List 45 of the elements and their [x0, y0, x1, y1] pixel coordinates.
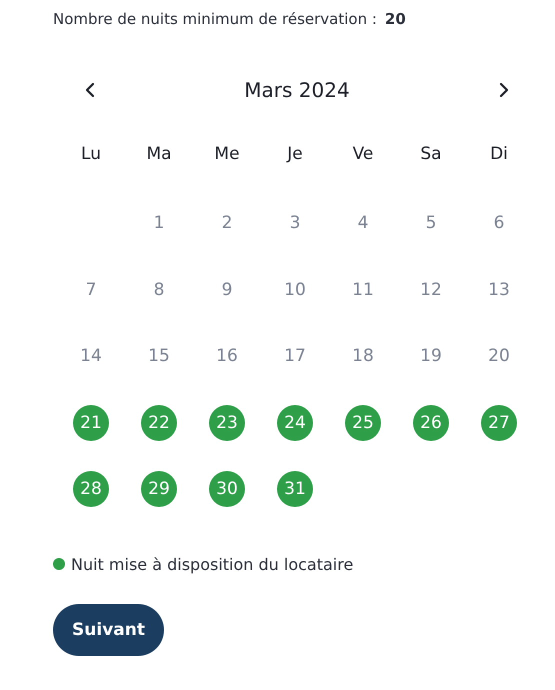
weekday-label: Lu	[81, 144, 101, 164]
minimum-nights-value: 20	[384, 10, 406, 28]
calendar-day[interactable]: 3	[277, 205, 313, 242]
available-day[interactable]: 30	[209, 471, 245, 508]
minimum-nights-label: Nombre de nuits minimum de réservation :	[53, 10, 377, 28]
available-day[interactable]: 24	[277, 404, 313, 441]
calendar-day[interactable]: 20	[481, 338, 517, 374]
calendar-day[interactable]: 16	[209, 338, 245, 374]
calendar-day[interactable]: 15	[141, 338, 177, 374]
available-day[interactable]: 29	[141, 471, 177, 508]
available-day[interactable]: 26	[413, 404, 449, 441]
available-day[interactable]: 23	[209, 404, 245, 441]
calendar-day[interactable]: 8	[141, 272, 177, 308]
calendar-day[interactable]: 2	[209, 205, 245, 242]
chevron-right-icon	[498, 82, 509, 98]
available-day[interactable]: 28	[73, 471, 109, 508]
next-button[interactable]: Suivant	[53, 604, 164, 656]
calendar-day[interactable]: 14	[73, 338, 109, 374]
available-day[interactable]: 22	[141, 404, 177, 441]
weekday-label: Me	[214, 144, 240, 164]
calendar-day[interactable]: 13	[481, 272, 517, 308]
calendar-day[interactable]: 18	[345, 338, 381, 374]
available-day[interactable]: 25	[345, 404, 381, 441]
weekday-label: Sa	[420, 144, 442, 164]
calendar-day[interactable]: 4	[345, 205, 381, 242]
weekday-label: Ma	[146, 144, 172, 164]
weekday-label: Je	[287, 144, 303, 164]
chevron-left-icon	[85, 82, 95, 98]
month-title: Mars 2024	[244, 78, 350, 102]
calendar-day[interactable]: 19	[413, 338, 449, 374]
legend-label: Nuit mise à disposition du locataire	[71, 554, 354, 574]
calendar-day[interactable]: 5	[413, 205, 449, 242]
calendar-day[interactable]: 6	[481, 205, 517, 242]
calendar-day[interactable]: 7	[73, 272, 109, 308]
calendar-day[interactable]: 9	[209, 272, 245, 308]
available-day[interactable]: 27	[481, 404, 517, 441]
calendar-day[interactable]: 12	[413, 272, 449, 308]
calendar-day[interactable]: 11	[345, 272, 381, 308]
weekday-label: Di	[490, 144, 508, 164]
available-day[interactable]: 31	[277, 471, 313, 508]
calendar-day[interactable]: 17	[277, 338, 313, 374]
weekday-label: Ve	[352, 144, 374, 164]
calendar-day[interactable]: 1	[141, 205, 177, 242]
calendar-day[interactable]: 10	[277, 272, 313, 308]
available-day[interactable]: 21	[73, 404, 109, 441]
